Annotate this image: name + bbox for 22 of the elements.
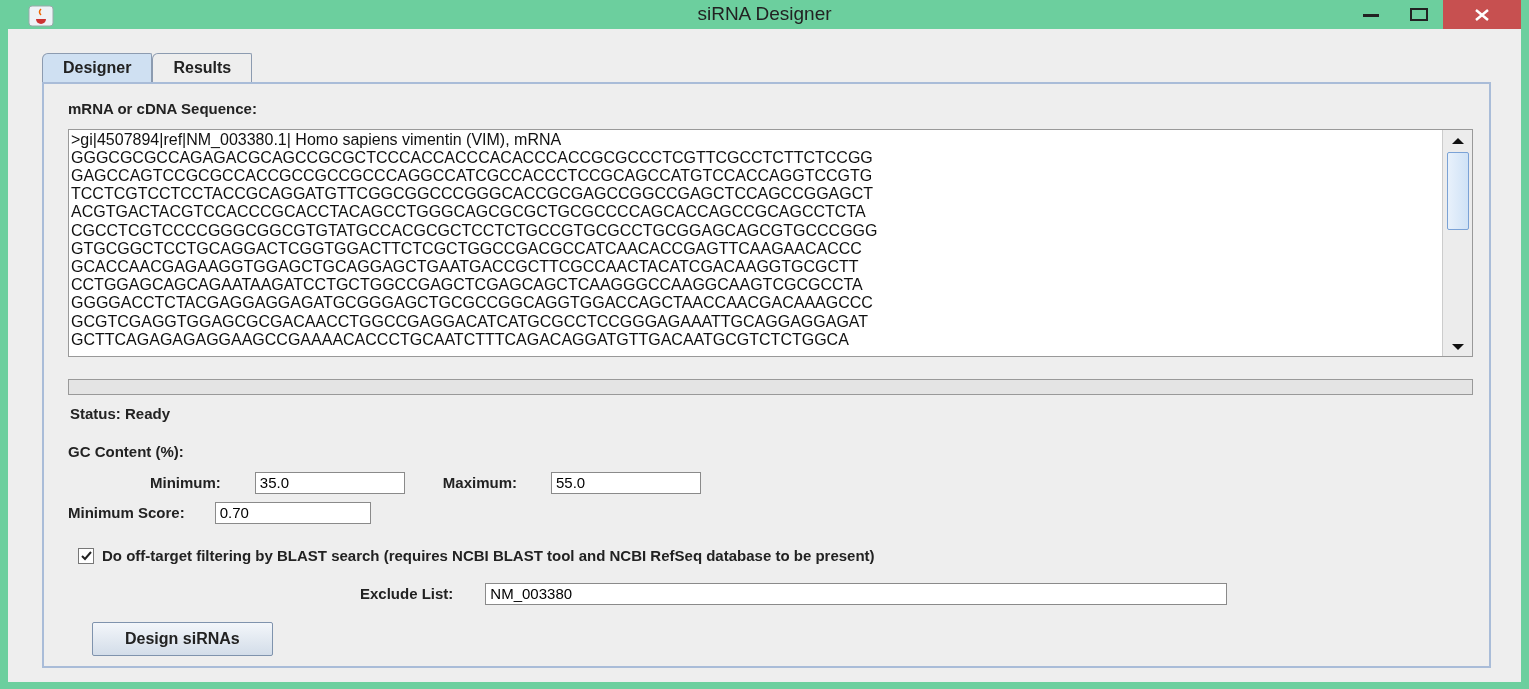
sequence-label: mRNA or cDNA Sequence: — [68, 99, 258, 119]
minimum-label: Minimum: — [150, 472, 221, 493]
design-button[interactable]: Design siRNAs — [92, 621, 273, 656]
maximize-icon — [1410, 7, 1428, 22]
window-title: siRNA Designer — [697, 2, 832, 27]
blast-option-label: Do off-target filtering by BLAST search (requires NCBI BLAST tool and NCBI RefSeq database to be present) — [102, 545, 875, 566]
minimum-score-label: Minimum Score: — [68, 503, 185, 523]
status-text: Status: Ready — [70, 403, 172, 424]
minimum-score-field[interactable]: 0.70 — [214, 502, 371, 525]
tab[interactable]: Designer — [42, 53, 153, 82]
exclude-list-label: Exclude List: — [360, 584, 454, 604]
close-button[interactable] — [1443, 0, 1521, 29]
minimum-field[interactable]: 35.0 — [254, 471, 405, 494]
gc-content-label: GC Content (%): — [68, 442, 185, 462]
maximum-label: Maximum: — [442, 472, 517, 493]
checkbox[interactable] — [78, 547, 94, 564]
exclude-list-field[interactable]: NM_003380 — [485, 583, 1228, 606]
minimize-icon — [1363, 12, 1379, 17]
app-icon — [28, 3, 54, 26]
close-icon — [1475, 8, 1489, 21]
maximum-field[interactable]: 55.0 — [551, 471, 701, 494]
tab[interactable]: Results — [152, 53, 253, 82]
